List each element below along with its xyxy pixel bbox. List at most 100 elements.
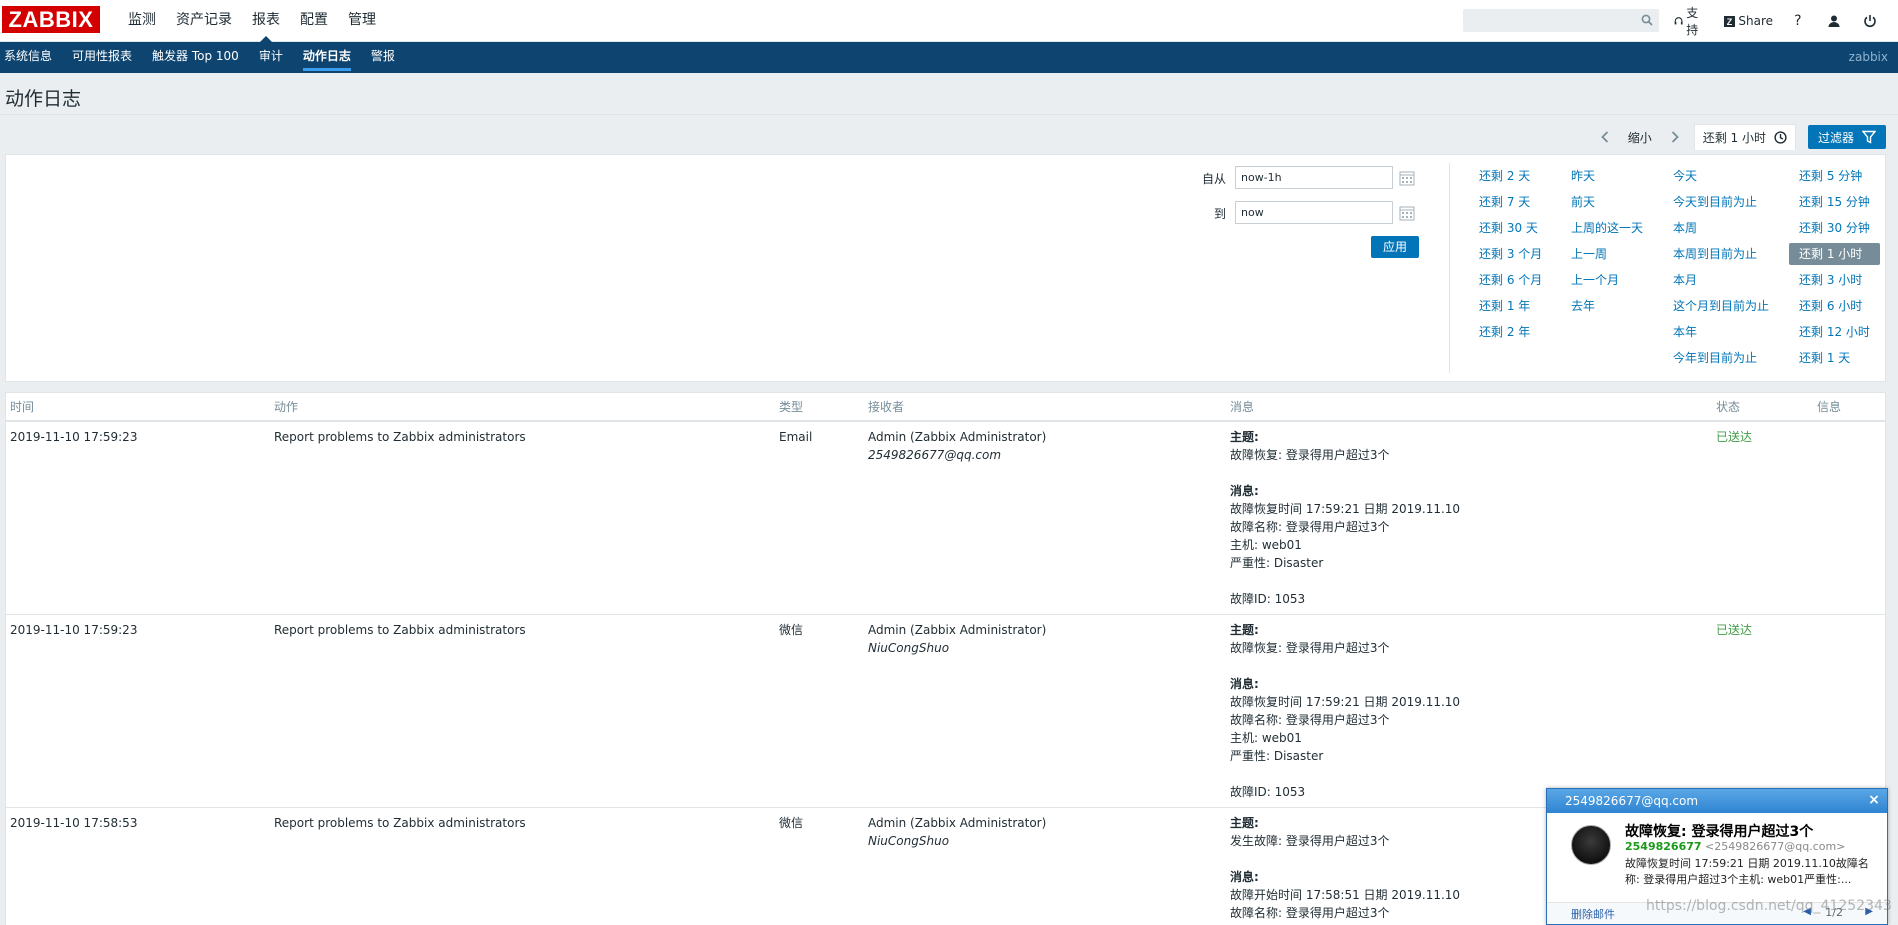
notification-title[interactable]: 故障恢复: 登录得用户超过3个: [1625, 821, 1813, 841]
message-line: 故障名称: 登录得用户超过3个: [1230, 713, 1390, 727]
to-input[interactable]: now: [1235, 201, 1393, 224]
time-range-label: 还剩 1 小时: [1702, 131, 1766, 145]
quick-range-link[interactable]: 还剩 2 天: [1469, 163, 1552, 189]
zoom-out-button[interactable]: 缩小: [1618, 129, 1662, 146]
quick-range-link[interactable]: 这个月到目前为止: [1663, 293, 1779, 319]
sender-avatar: [1571, 825, 1611, 865]
quick-range-link[interactable]: 还剩 30 分钟: [1789, 215, 1880, 241]
quick-range-link[interactable]: 今天: [1663, 163, 1779, 189]
quick-range-link[interactable]: 还剩 7 天: [1469, 189, 1552, 215]
quick-range-selected[interactable]: 还剩 1 小时: [1789, 243, 1880, 265]
row-time: 2019-11-10 17:59:23: [10, 430, 138, 444]
sender-name: 2549826677: [1625, 840, 1702, 853]
support-link[interactable]: 支持: [1674, 4, 1706, 38]
quick-range-link[interactable]: 还剩 6 小时: [1789, 293, 1880, 319]
col-message: 消息: [1230, 400, 1255, 414]
help-icon[interactable]: ?: [1791, 13, 1805, 29]
quick-range-link[interactable]: 还剩 30 天: [1469, 215, 1552, 241]
quick-range-column-4: 还剩 5 分钟 还剩 15 分钟 还剩 30 分钟 还剩 1 小时 还剩 3 小…: [1789, 163, 1880, 371]
table-header: 时间 动作 类型 接收者 消息 状态 信息: [6, 393, 1885, 422]
quick-range-link[interactable]: 本月: [1663, 267, 1779, 293]
funnel-icon: [1862, 130, 1876, 144]
quick-range-link[interactable]: 本年: [1663, 319, 1779, 345]
quick-range-link[interactable]: 前天: [1561, 189, 1653, 215]
quick-range-link[interactable]: 还剩 5 分钟: [1789, 163, 1880, 189]
quick-range-link[interactable]: 还剩 3 个月: [1469, 241, 1552, 267]
message-subject: 故障恢复: 登录得用户超过3个: [1230, 448, 1390, 462]
row-time: 2019-11-10 17:58:53: [10, 816, 138, 830]
row-recipient-address: NiuCongShuo: [868, 641, 950, 655]
nav-inventory[interactable]: 资产记录: [166, 0, 242, 42]
sender-address: <2549826677@qq.com>: [1705, 840, 1846, 853]
message-subject-label: 主题:: [1230, 623, 1259, 637]
quick-range-link[interactable]: 上一周: [1561, 241, 1653, 267]
signout-icon[interactable]: [1863, 13, 1877, 29]
row-type: Email: [779, 430, 813, 444]
from-label: 自从: [1201, 172, 1226, 186]
quick-range-link[interactable]: 还剩 2 年: [1469, 319, 1552, 345]
share-label: Share: [1738, 14, 1774, 28]
row-action: Report problems to Zabbix administrators: [274, 430, 526, 444]
from-input[interactable]: now-1h: [1235, 166, 1393, 189]
calendar-icon[interactable]: [1399, 170, 1415, 186]
row-recipient-address: NiuCongShuo: [868, 834, 950, 848]
quick-range-link[interactable]: 还剩 6 个月: [1469, 267, 1552, 293]
sub-nav: 系统信息 可用性报表 触发器 Top 100 审计 动作日志 警报 zabbix: [0, 42, 1898, 73]
subnav-triggers-top-100[interactable]: 触发器 Top 100: [148, 42, 249, 73]
server-name: zabbix: [1848, 50, 1888, 64]
nav-configuration[interactable]: 配置: [290, 0, 338, 42]
quick-range-link[interactable]: 还剩 3 小时: [1789, 267, 1880, 293]
row-message: 主题: 发生故障: 登录得用户超过3个 消息: 故障开始时间 17:58:51 …: [1230, 814, 1460, 922]
calendar-icon[interactable]: [1399, 205, 1415, 221]
nav-monitoring[interactable]: 监测: [118, 0, 166, 42]
row-recipient: Admin (Zabbix Administrator): [868, 816, 1047, 830]
top-header: ZABBIX 监测 资产记录 报表 配置 管理 支持 Z Share ?: [0, 0, 1898, 43]
nav-reports[interactable]: 报表: [242, 0, 290, 43]
message-line: 主机: web01: [1230, 731, 1302, 745]
subnav-action-log[interactable]: 动作日志: [299, 42, 361, 73]
message-subject: 故障恢复: 登录得用户超过3个: [1230, 641, 1390, 655]
message-line: 故障ID: 1053: [1230, 592, 1306, 606]
chevron-left-icon: [1600, 131, 1608, 143]
delete-mail-link[interactable]: 删除邮件: [1571, 906, 1615, 922]
table-row: 2019-11-10 17:59:23 Report problems to Z…: [6, 422, 1885, 615]
quick-range-link[interactable]: 本周到目前为止: [1663, 241, 1779, 267]
quick-range-link[interactable]: 还剩 12 小时: [1789, 319, 1880, 345]
subnav-availability-report[interactable]: 可用性报表: [68, 42, 142, 73]
zabbix-logo[interactable]: ZABBIX: [2, 6, 100, 33]
close-icon[interactable]: ×: [1867, 793, 1881, 807]
time-range-tab[interactable]: 还剩 1 小时: [1693, 124, 1796, 150]
quick-range-link[interactable]: 本周: [1663, 215, 1779, 241]
title-divider: [0, 114, 1898, 115]
quick-range-link[interactable]: 去年: [1561, 293, 1653, 319]
message-line: 严重性: Disaster: [1230, 556, 1324, 570]
time-prev-button[interactable]: [1592, 124, 1618, 150]
quick-range-link[interactable]: 还剩 1 年: [1469, 293, 1552, 319]
message-line: 严重性: Disaster: [1230, 749, 1324, 763]
subnav-audit[interactable]: 审计: [255, 42, 293, 73]
user-profile-icon[interactable]: [1827, 13, 1841, 29]
col-type: 类型: [779, 400, 804, 414]
quick-range-link[interactable]: 上周的这一天: [1561, 215, 1653, 241]
share-link[interactable]: Z Share: [1724, 14, 1773, 28]
message-line: 故障ID: 1053: [1230, 785, 1306, 799]
quick-range-link[interactable]: 今年到目前为止: [1663, 345, 1779, 371]
message-line: 故障恢复时间 17:59:21 日期 2019.11.10: [1230, 502, 1461, 516]
subnav-system-info[interactable]: 系统信息: [0, 42, 62, 73]
time-next-button[interactable]: [1662, 124, 1688, 150]
quick-range-link[interactable]: 还剩 1 天: [1789, 345, 1880, 371]
filter-divider: [1449, 163, 1450, 373]
apply-button[interactable]: 应用: [1371, 236, 1419, 258]
quick-range-link[interactable]: 还剩 15 分钟: [1789, 189, 1880, 215]
row-message: 主题: 故障恢复: 登录得用户超过3个 消息: 故障恢复时间 17:59:21 …: [1230, 621, 1460, 801]
message-line: 故障名称: 登录得用户超过3个: [1230, 906, 1390, 920]
quick-range-link[interactable]: 今天到目前为止: [1663, 189, 1779, 215]
filter-tab-button[interactable]: 过滤器: [1807, 125, 1886, 149]
main-nav: 监测 资产记录 报表 配置 管理: [118, 0, 386, 43]
nav-administration[interactable]: 管理: [338, 0, 386, 42]
quick-range-link[interactable]: 上一个月: [1561, 267, 1653, 293]
quick-range-link[interactable]: 昨天: [1561, 163, 1653, 189]
search-icon[interactable]: [1641, 14, 1653, 26]
subnav-notifications[interactable]: 警报: [367, 42, 405, 73]
search-input[interactable]: [1463, 9, 1659, 32]
